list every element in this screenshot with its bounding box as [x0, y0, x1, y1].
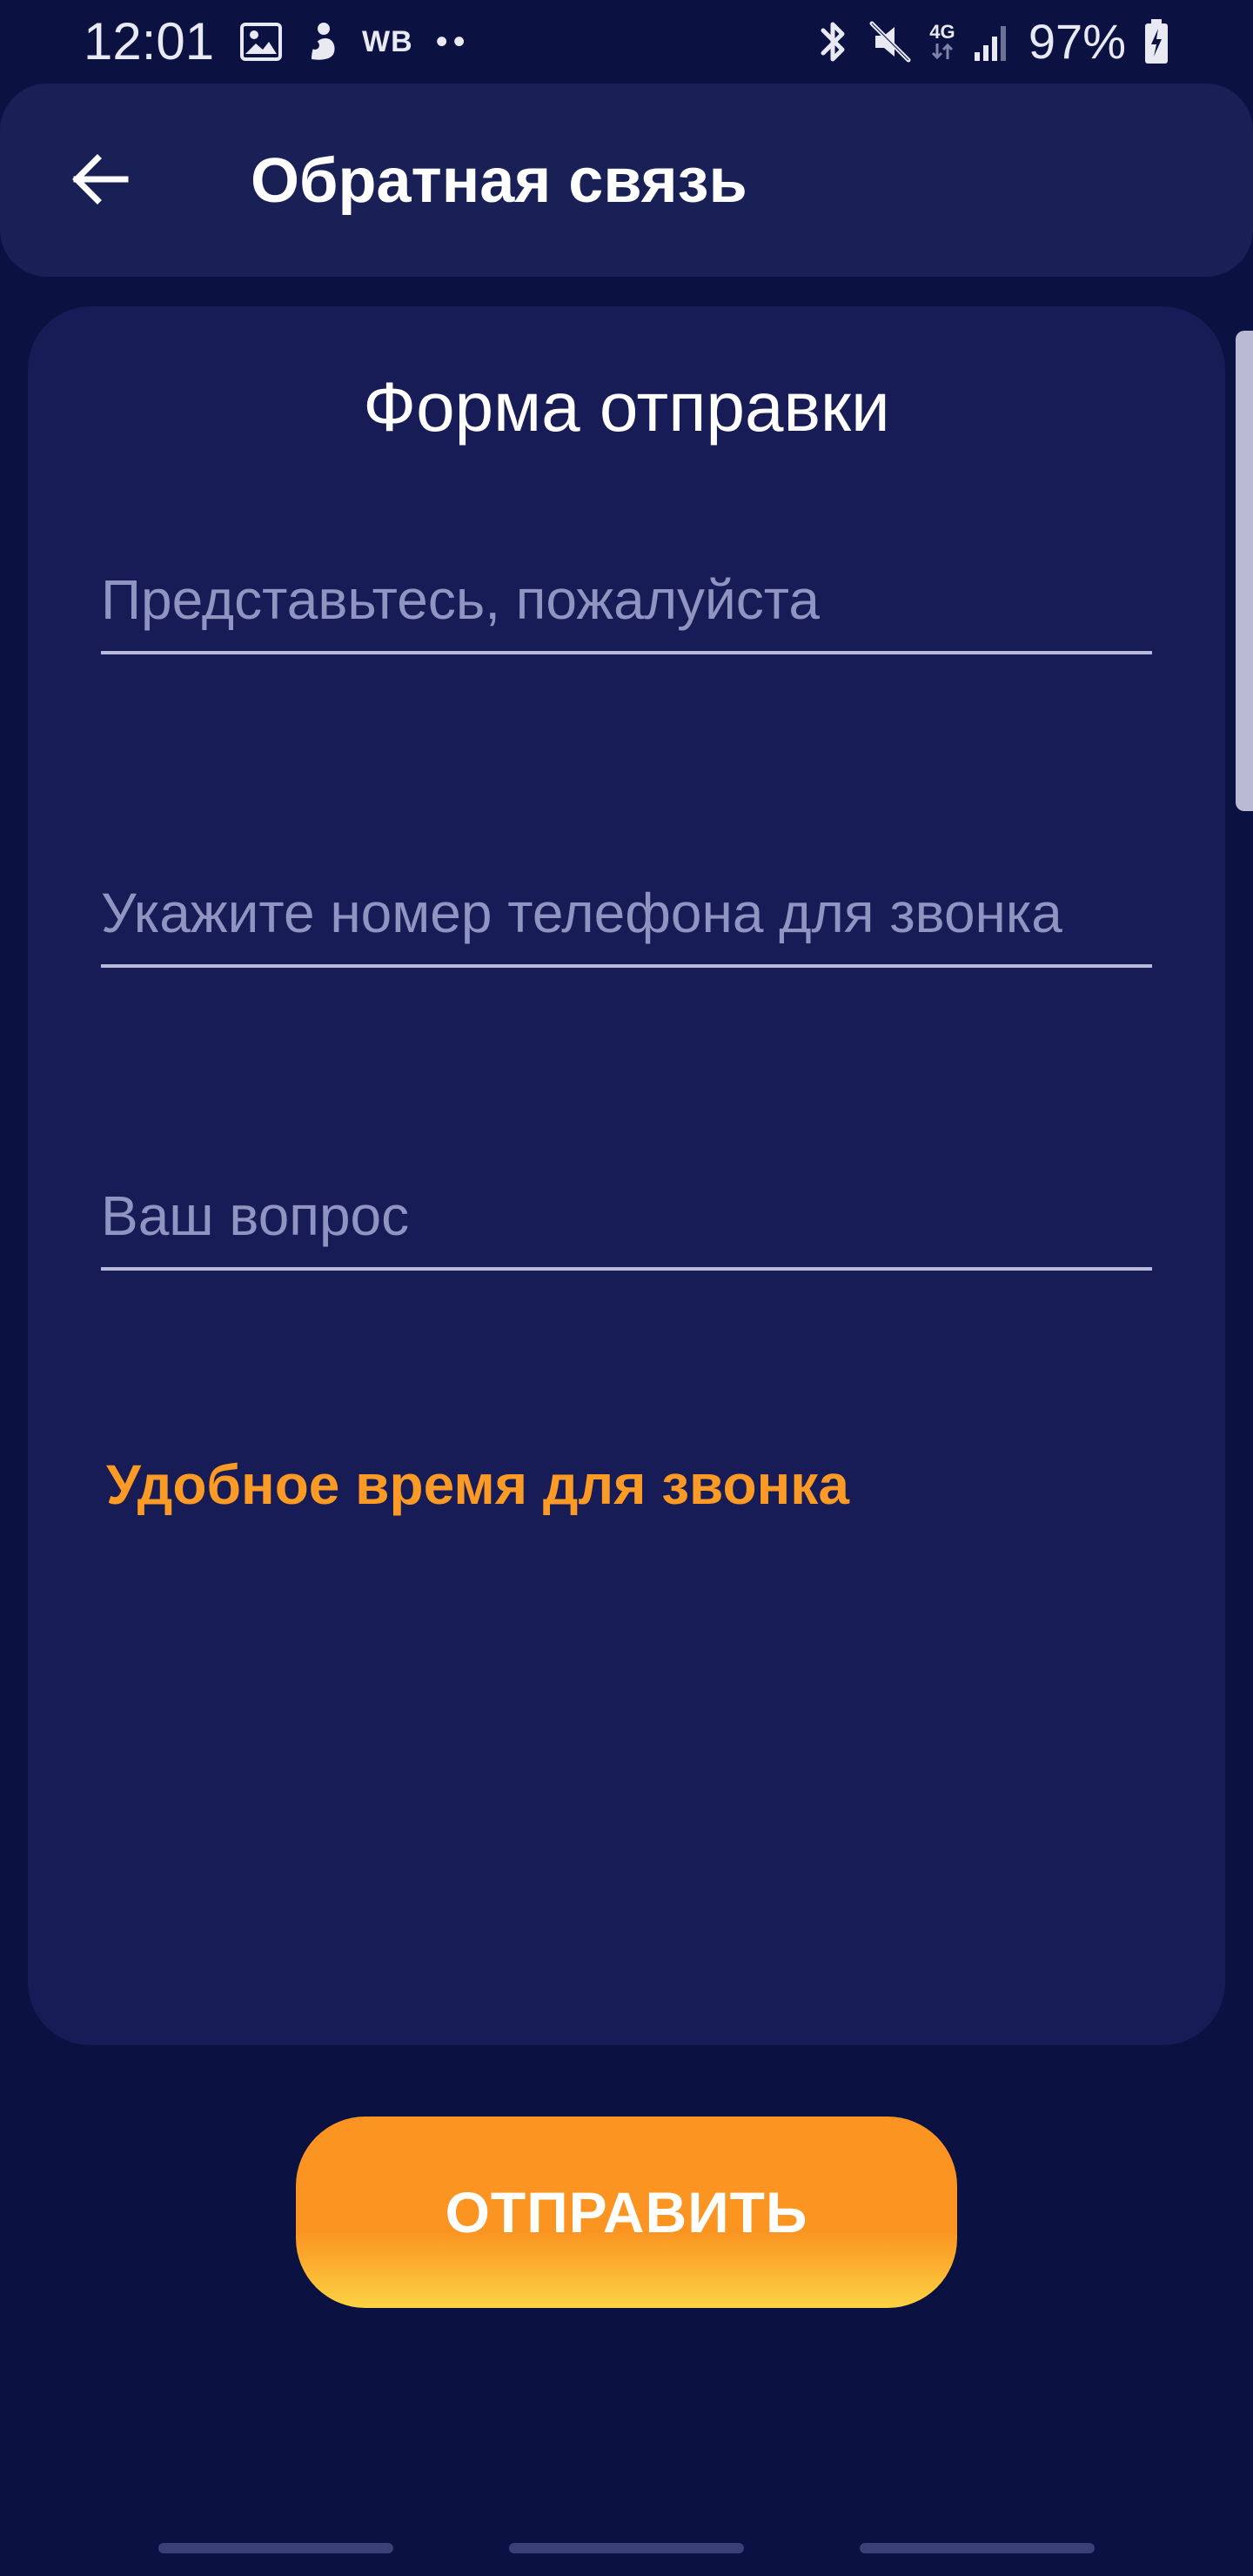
mute-icon	[868, 20, 912, 64]
scroll-handle[interactable]	[1236, 331, 1253, 811]
image-icon	[240, 23, 282, 61]
battery-charging-icon	[1143, 18, 1169, 65]
nav-recents-hint[interactable]	[158, 2543, 393, 2553]
status-time: 12:01	[84, 12, 215, 70]
notification-app-icon	[305, 21, 339, 63]
network-4g-icon: 4G	[929, 23, 955, 61]
phone-field-container	[101, 881, 1152, 976]
nav-home-hint[interactable]	[509, 2543, 744, 2553]
battery-percentage: 97%	[1028, 14, 1126, 69]
wb-app-label: WB	[362, 24, 413, 58]
back-button[interactable]	[45, 127, 153, 235]
page-title: Обратная связь	[251, 146, 747, 216]
name-field-container	[101, 567, 1152, 663]
name-input[interactable]	[101, 567, 1152, 654]
arrow-left-icon	[68, 151, 131, 211]
network-label: 4G	[929, 21, 955, 43]
status-bar: 12:01 WB •• 4G 97%	[0, 0, 1253, 84]
question-input[interactable]	[101, 1184, 1152, 1271]
form-title: Форма отправки	[363, 368, 890, 446]
app-bar: Обратная связь	[0, 84, 1253, 277]
status-right-icons: 4G 97%	[816, 14, 1169, 70]
submit-button[interactable]: ОТПРАВИТЬ	[296, 2116, 957, 2308]
call-time-selector[interactable]: Удобное время для звонка	[106, 1452, 849, 1518]
signal-icon	[973, 21, 1011, 63]
phone-input[interactable]	[101, 881, 1152, 968]
status-left-icons: WB ••	[240, 19, 471, 64]
feedback-form-card: Форма отправки Удобное время для звонка	[28, 306, 1225, 2045]
more-notifications-dots: ••	[435, 23, 471, 61]
bluetooth-icon	[816, 18, 851, 65]
question-field-container	[101, 1184, 1152, 1279]
system-nav-bar	[0, 2524, 1253, 2576]
nav-back-hint[interactable]	[860, 2543, 1095, 2553]
